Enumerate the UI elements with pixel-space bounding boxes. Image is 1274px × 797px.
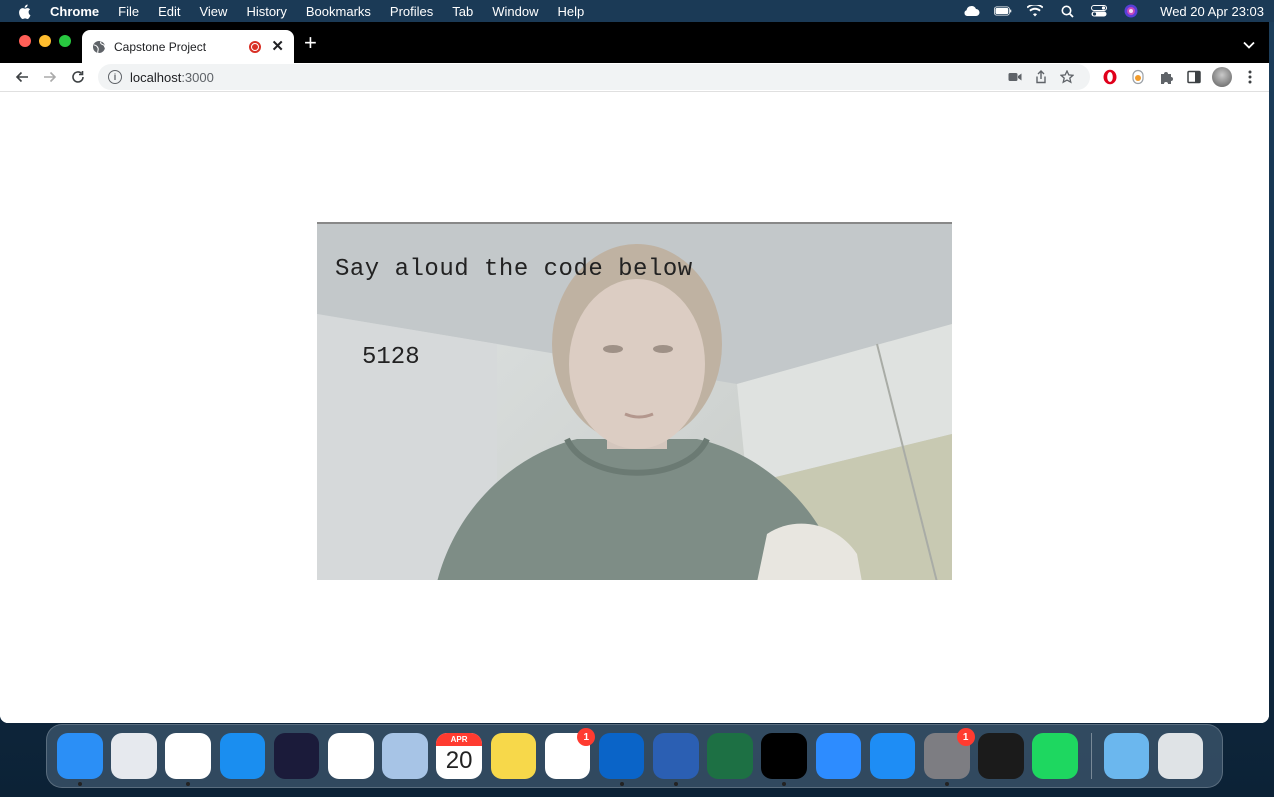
notification-badge: 1 <box>577 728 596 746</box>
address-url[interactable]: localhost:3000 <box>130 70 1002 85</box>
running-indicator <box>186 782 191 786</box>
new-tab-button[interactable]: + <box>304 32 317 54</box>
address-bar[interactable]: i localhost:3000 <box>98 64 1090 90</box>
address-host: localhost <box>130 69 182 85</box>
dock-separator <box>1090 733 1092 779</box>
browser-toolbar: i localhost:3000 <box>0 63 1269 92</box>
profile-avatar[interactable] <box>1212 67 1232 87</box>
tab-capstone-project[interactable]: Capstone Project ✕ <box>82 30 294 63</box>
menu-file[interactable]: File <box>118 4 139 19</box>
calendar-day: 20 <box>445 747 473 774</box>
globe-icon <box>92 40 106 54</box>
dock-trash-icon[interactable] <box>1157 733 1204 779</box>
more-icon[interactable] <box>1240 67 1260 87</box>
code-prompt-text: Say aloud the code below <box>335 256 693 283</box>
dock-excel-icon[interactable] <box>707 733 753 779</box>
search-icon[interactable] <box>1058 4 1076 18</box>
address-port: :3000 <box>181 69 214 85</box>
menu-window[interactable]: Window <box>492 4 538 19</box>
forward-button[interactable] <box>36 65 64 89</box>
dock-siri-icon[interactable] <box>273 733 320 779</box>
running-indicator <box>944 782 949 786</box>
opera-icon[interactable] <box>1100 67 1120 87</box>
wifi-icon[interactable] <box>1026 4 1044 18</box>
apple-menu-icon[interactable] <box>18 3 32 19</box>
dock: APR 20 1 1 <box>46 724 1223 788</box>
dock-finder-icon[interactable] <box>57 733 103 786</box>
dock-intellij-icon[interactable] <box>761 733 808 786</box>
bookmark-star-icon[interactable] <box>1054 70 1080 84</box>
dock-zoom-icon[interactable] <box>815 733 862 779</box>
dock-system-preferences-icon[interactable]: 1 <box>924 728 975 786</box>
dock-spotify-icon[interactable] <box>1032 733 1078 779</box>
verification-code: 5128 <box>362 344 420 371</box>
puzzle-icon[interactable] <box>1156 67 1176 87</box>
back-button[interactable] <box>8 65 36 89</box>
battery-icon[interactable] <box>994 4 1012 18</box>
menu-profiles[interactable]: Profiles <box>390 4 433 19</box>
site-info-icon[interactable]: i <box>108 70 122 84</box>
dock-reminders-icon[interactable]: 1 <box>544 728 596 779</box>
maximize-window-button[interactable] <box>59 35 71 47</box>
minimize-window-button[interactable] <box>39 35 51 47</box>
close-window-button[interactable] <box>19 35 31 47</box>
dock-chrome-icon[interactable] <box>165 733 211 786</box>
menu-help[interactable]: Help <box>558 4 585 19</box>
camera-icon[interactable] <box>1002 72 1028 82</box>
page-viewport: Say aloud the code below 5128 <box>0 92 1269 723</box>
control-center-icon[interactable] <box>1090 4 1108 18</box>
extension-orange-icon[interactable] <box>1128 67 1148 87</box>
notification-badge: 1 <box>956 728 975 746</box>
close-tab-icon[interactable]: ✕ <box>271 39 284 54</box>
tab-title: Capstone Project <box>114 39 207 54</box>
calendar-month: APR <box>436 733 482 746</box>
running-indicator <box>782 782 787 786</box>
dock-downloads-icon[interactable] <box>1103 733 1150 779</box>
menu-view[interactable]: View <box>199 4 227 19</box>
dock-preview-icon[interactable] <box>382 733 428 779</box>
webcam-video: Say aloud the code below 5128 <box>317 222 952 580</box>
running-indicator <box>619 782 624 786</box>
running-indicator <box>77 782 82 786</box>
reload-button[interactable] <box>64 65 92 89</box>
dock-launchpad-icon[interactable] <box>111 733 157 779</box>
tab-strip: Capstone Project ✕ + <box>0 22 1269 63</box>
menu-tab[interactable]: Tab <box>452 4 473 19</box>
extensions-area <box>1100 67 1260 87</box>
browser-window: Capstone Project ✕ + i localhost:3000 Sa… <box>0 22 1269 723</box>
dock-safari-icon[interactable] <box>219 733 266 779</box>
dock-terminal-icon[interactable] <box>978 733 1024 779</box>
siri-icon[interactable] <box>1122 4 1140 18</box>
window-controls <box>19 35 71 47</box>
dock-app-store-icon[interactable] <box>869 733 916 779</box>
menu-bookmarks[interactable]: Bookmarks <box>306 4 371 19</box>
menu-edit[interactable]: Edit <box>158 4 180 19</box>
menu-bar: Chrome File Edit View History Bookmarks … <box>0 0 1274 22</box>
dock-outlook-icon[interactable] <box>598 733 645 786</box>
dock-word-icon[interactable] <box>653 733 699 786</box>
dock-notes-icon[interactable] <box>490 733 537 779</box>
share-icon[interactable] <box>1028 70 1054 84</box>
dock-photos-icon[interactable] <box>327 733 374 779</box>
menubar-clock[interactable]: Wed 20 Apr 23:03 <box>1160 4 1264 19</box>
menu-history[interactable]: History <box>246 4 286 19</box>
running-indicator <box>673 782 678 786</box>
dock-calendar-icon[interactable]: APR 20 <box>436 733 482 779</box>
recording-indicator-icon <box>249 40 262 53</box>
sidepanel-icon[interactable] <box>1184 67 1204 87</box>
cloud-icon[interactable] <box>962 4 980 18</box>
tab-search-chevron-icon[interactable] <box>1243 36 1255 54</box>
menu-app-name[interactable]: Chrome <box>50 4 99 19</box>
